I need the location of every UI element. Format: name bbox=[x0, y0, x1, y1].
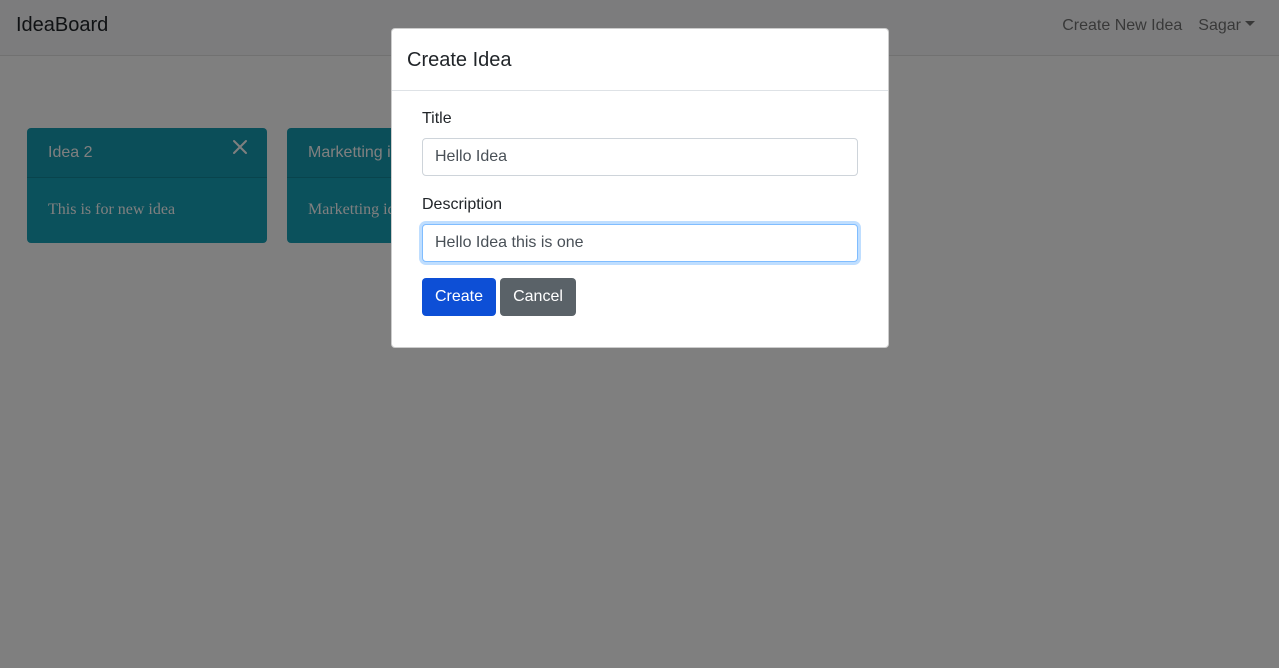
title-input[interactable] bbox=[422, 138, 858, 176]
create-idea-modal: Create Idea Title Description Create Can… bbox=[391, 28, 889, 348]
description-label: Description bbox=[422, 196, 503, 213]
create-button[interactable]: Create bbox=[422, 278, 496, 316]
modal-header: Create Idea bbox=[392, 29, 888, 91]
modal-title: Create Idea bbox=[407, 49, 512, 71]
page: IdeaBoard Create New Idea Sagar Idea 2 T… bbox=[0, 0, 1279, 668]
cancel-button[interactable]: Cancel bbox=[500, 278, 576, 316]
description-input[interactable] bbox=[422, 224, 858, 262]
title-label: Title bbox=[422, 110, 452, 127]
